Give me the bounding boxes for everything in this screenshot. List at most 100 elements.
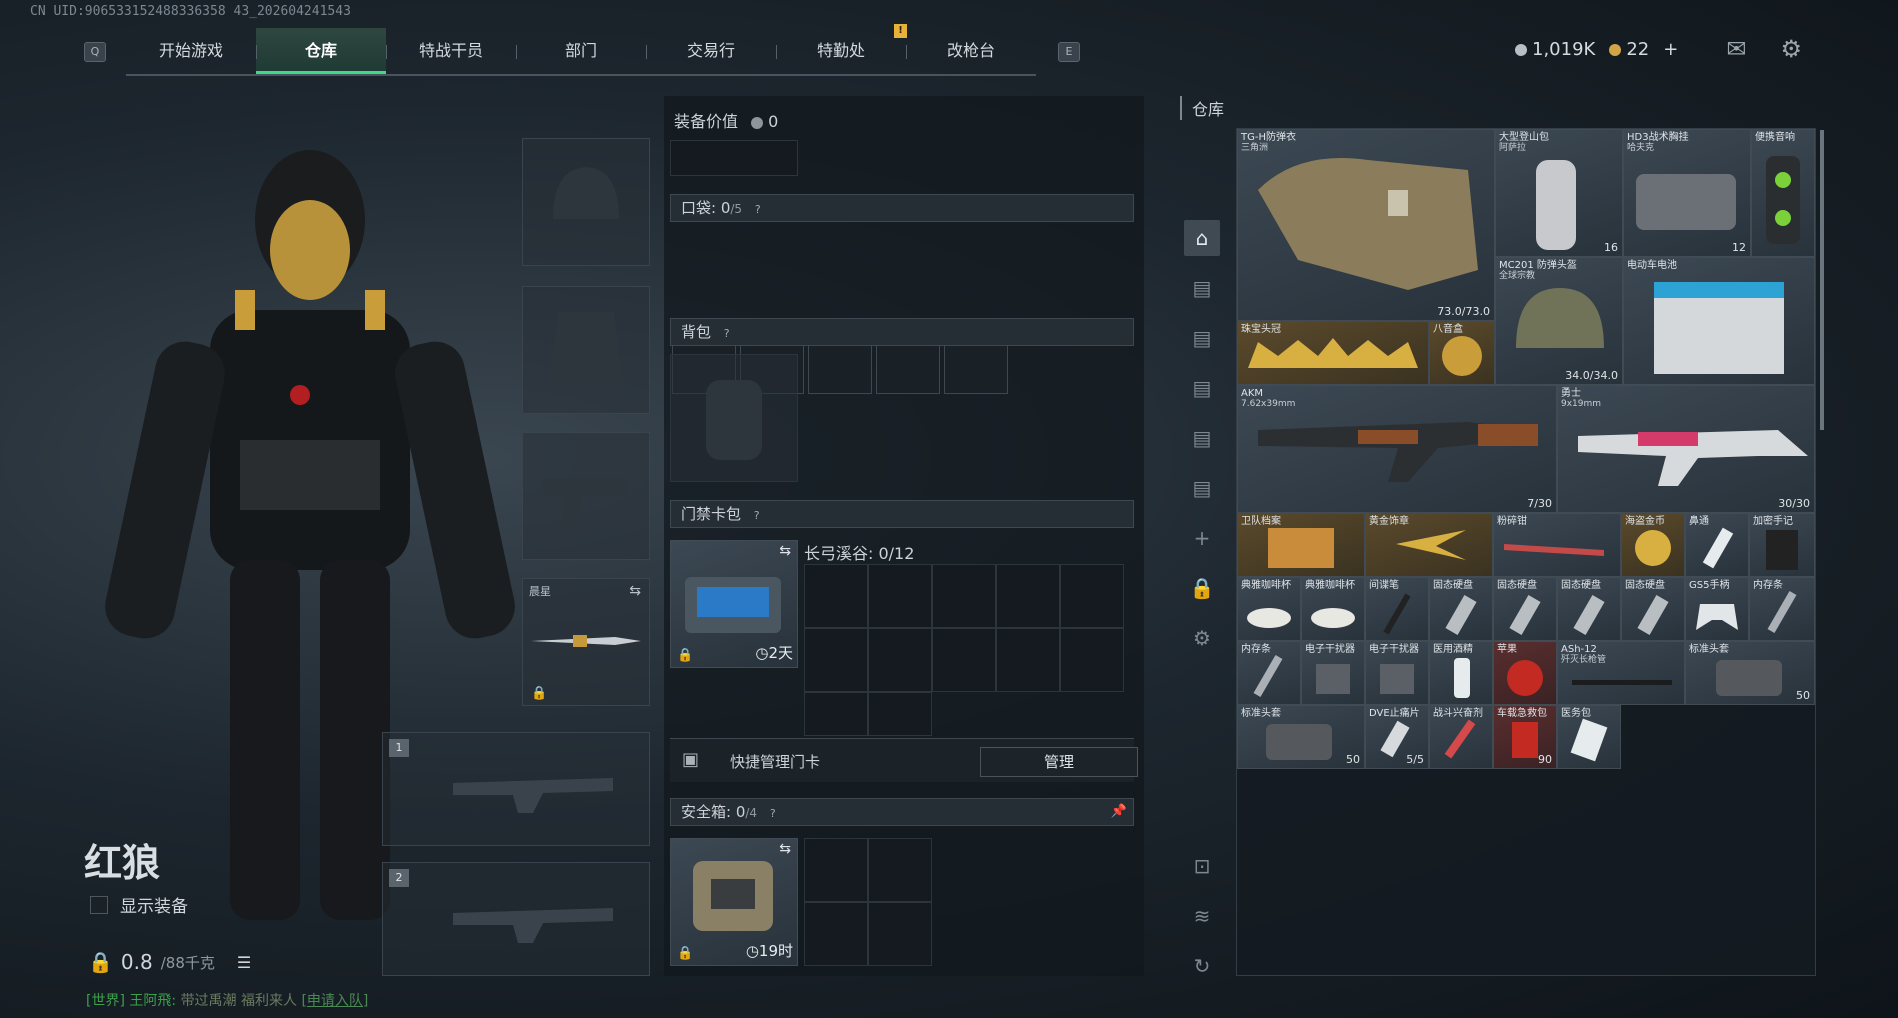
tab-trade[interactable]: 交易行	[646, 28, 776, 74]
chat-user[interactable]: 王阿飛:	[129, 993, 176, 1009]
stash-item-memory[interactable]: 内存条	[1749, 577, 1815, 641]
safebox-grid-cell[interactable]	[804, 902, 868, 966]
backpack-help-icon[interactable]: ?	[724, 321, 730, 347]
show-gear-checkbox[interactable]	[90, 895, 108, 914]
list-icon[interactable]: ☰	[237, 953, 251, 972]
stash-item-akm[interactable]: AKM 7.62x39mm 7/30	[1237, 385, 1557, 513]
stash-item-jammer[interactable]: 电子干扰器	[1301, 641, 1365, 705]
swap-icon[interactable]: ⇆	[629, 583, 641, 599]
swap-icon[interactable]: ⇆	[779, 841, 791, 857]
show-gear-toggle[interactable]: 显示装备	[90, 892, 188, 917]
stash-item-coffee-cup[interactable]: 典雅咖啡杯	[1301, 577, 1365, 641]
pin-icon[interactable]: 📌	[1111, 799, 1127, 825]
keycard-grid-cell[interactable]	[996, 564, 1060, 628]
stash-tab-icon[interactable]: ▤	[1184, 420, 1220, 456]
keycard-help-icon[interactable]: ?	[754, 503, 760, 529]
swap-icon[interactable]: ⇆	[779, 543, 791, 559]
safebox-help-icon[interactable]: ?	[770, 801, 776, 827]
stash-item-jammer[interactable]: 电子干扰器	[1365, 641, 1429, 705]
add-stash-icon[interactable]: +	[1184, 520, 1220, 556]
keycard-grid-cell[interactable]	[804, 628, 868, 692]
stash-item-stimulant[interactable]: 战斗兴奋剂	[1429, 705, 1493, 769]
keycard-grid-cell[interactable]	[868, 564, 932, 628]
layers-icon[interactable]: ≋	[1184, 898, 1220, 934]
tab-gunsmith[interactable]: 改枪台	[906, 28, 1036, 74]
gold-currency[interactable]: 22	[1609, 39, 1649, 60]
recycle-icon[interactable]: ↻	[1184, 948, 1220, 984]
mail-icon[interactable]: ✉	[1726, 35, 1746, 63]
keycard-grid-cell[interactable]	[804, 692, 868, 736]
stash-item-apple[interactable]: 苹果	[1493, 641, 1557, 705]
stash-tab-icon[interactable]: ▤	[1184, 320, 1220, 356]
manage-button[interactable]: 管理	[980, 747, 1138, 777]
pocket-help-icon[interactable]: ?	[755, 197, 761, 223]
stash-tab-icon[interactable]: ▤	[1184, 470, 1220, 506]
keycard-grid-cell[interactable]	[1060, 628, 1124, 692]
stash-item-spy-pen[interactable]: 间谍笔	[1365, 577, 1429, 641]
stash-item-pirate-coin[interactable]: 海盗金币	[1621, 513, 1685, 577]
chat-line[interactable]: [世界] 王阿飛: 带过禹潮 福利来人 [申请入队]	[86, 990, 368, 1010]
stash-item-crusher-pliers[interactable]: 粉碎钳	[1493, 513, 1621, 577]
settings-icon[interactable]: ⚙	[1184, 620, 1220, 656]
stash-item-first-aid-kit[interactable]: 车载急救包 90	[1493, 705, 1557, 769]
add-currency-button[interactable]: +	[1663, 39, 1678, 60]
stash-item-gs5-controller[interactable]: GS5手柄	[1685, 577, 1749, 641]
helmet-slot[interactable]	[522, 138, 650, 266]
stash-item-ev-battery[interactable]: 电动车电池	[1623, 257, 1815, 385]
stash-item-guard-dossier[interactable]: 卫队档案	[1237, 513, 1365, 577]
pistol-slot[interactable]	[522, 432, 650, 560]
stash-item-medical-alcohol[interactable]: 医用酒精	[1429, 641, 1493, 705]
sort-icon[interactable]: ⊡	[1184, 848, 1220, 884]
tab-start-game[interactable]: 开始游戏	[126, 28, 256, 74]
keycard-case-slot[interactable]: ⇆ 🔒 ◷2天	[670, 540, 798, 668]
backpack-slot[interactable]	[670, 354, 798, 482]
safebox-grid-cell[interactable]	[868, 838, 932, 902]
gear-icon[interactable]: ⚙	[1780, 35, 1802, 63]
melee-slot[interactable]: 晨星 ⇆ 🔒	[522, 578, 650, 706]
stash-item-standard-headset[interactable]: 标准头套 50	[1237, 705, 1365, 769]
stash-item-jewel-crown[interactable]: 珠宝头冠	[1237, 321, 1429, 385]
stash-item-speaker[interactable]: 便携音响	[1751, 129, 1815, 257]
safebox-grid-cell[interactable]	[868, 902, 932, 966]
silver-currency[interactable]: 1,019K	[1515, 39, 1595, 60]
keycard-grid-cell[interactable]	[868, 628, 932, 692]
lock-icon[interactable]: 🔒	[1184, 570, 1220, 606]
stash-item-backpack[interactable]: 大型登山包 阿萨拉 16	[1495, 129, 1623, 257]
chat-join-link[interactable]: [申请入队]	[301, 993, 368, 1009]
keycard-grid-cell[interactable]	[804, 564, 868, 628]
keycard-grid-cell[interactable]	[868, 692, 932, 736]
stash-item-helmet[interactable]: MC201 防弹头盔 全球宗教 34.0/34.0	[1495, 257, 1623, 385]
stash-item-music-box[interactable]: 八音盒	[1429, 321, 1495, 385]
tab-department[interactable]: 部门	[516, 28, 646, 74]
primary-weapon-slot-2[interactable]: 2	[382, 862, 650, 976]
stash-item-standard-headset[interactable]: 标准头套 50	[1685, 641, 1815, 705]
keycard-grid-cell[interactable]	[932, 628, 996, 692]
stash-item-warrior-smg[interactable]: 勇士 9x19mm 30/30	[1557, 385, 1815, 513]
keycard-grid-cell[interactable]	[996, 628, 1060, 692]
tab-special-ops[interactable]: 特勤处	[776, 28, 906, 74]
tab-stash[interactable]: 仓库	[256, 28, 386, 74]
stash-item-ssd[interactable]: 固态硬盘	[1493, 577, 1557, 641]
stash-item-armor[interactable]: TG-H防弹衣 三角洲 73.0/73.0	[1237, 129, 1495, 321]
stash-item-nasal-spray[interactable]: 鼻通	[1685, 513, 1749, 577]
safebox-slot[interactable]: ⇆ 🔒 ◷19时	[670, 838, 798, 966]
stash-item-ssd[interactable]: 固态硬盘	[1429, 577, 1493, 641]
chest-rig-slot[interactable]	[670, 140, 798, 176]
tab-operators[interactable]: 特战干员	[386, 28, 516, 74]
stash-tab-icon[interactable]: ▤	[1184, 270, 1220, 306]
stash-item-coffee-cup[interactable]: 典雅咖啡杯	[1237, 577, 1301, 641]
stash-item-encrypted-notes[interactable]: 加密手记	[1749, 513, 1815, 577]
nav-left-key[interactable]: Q	[84, 42, 106, 62]
primary-weapon-slot-1[interactable]: 1	[382, 732, 650, 846]
keycard-grid-cell[interactable]	[1060, 564, 1124, 628]
stash-item-ssd[interactable]: 固态硬盘	[1621, 577, 1685, 641]
stash-item-chest-rig[interactable]: HD3战术胸挂 哈夫克 12	[1623, 129, 1751, 257]
nav-right-key[interactable]: E	[1058, 42, 1080, 62]
stash-item-medical-bag[interactable]: 医务包	[1557, 705, 1621, 769]
stash-tab-icon[interactable]: ▤	[1184, 370, 1220, 406]
stash-item-gold-emblem[interactable]: 黄金饰章	[1365, 513, 1493, 577]
keycard-grid-cell[interactable]	[932, 564, 996, 628]
stash-home-icon[interactable]: ⌂	[1184, 220, 1220, 256]
safebox-grid-cell[interactable]	[804, 838, 868, 902]
stash-scrollbar[interactable]	[1820, 130, 1824, 430]
